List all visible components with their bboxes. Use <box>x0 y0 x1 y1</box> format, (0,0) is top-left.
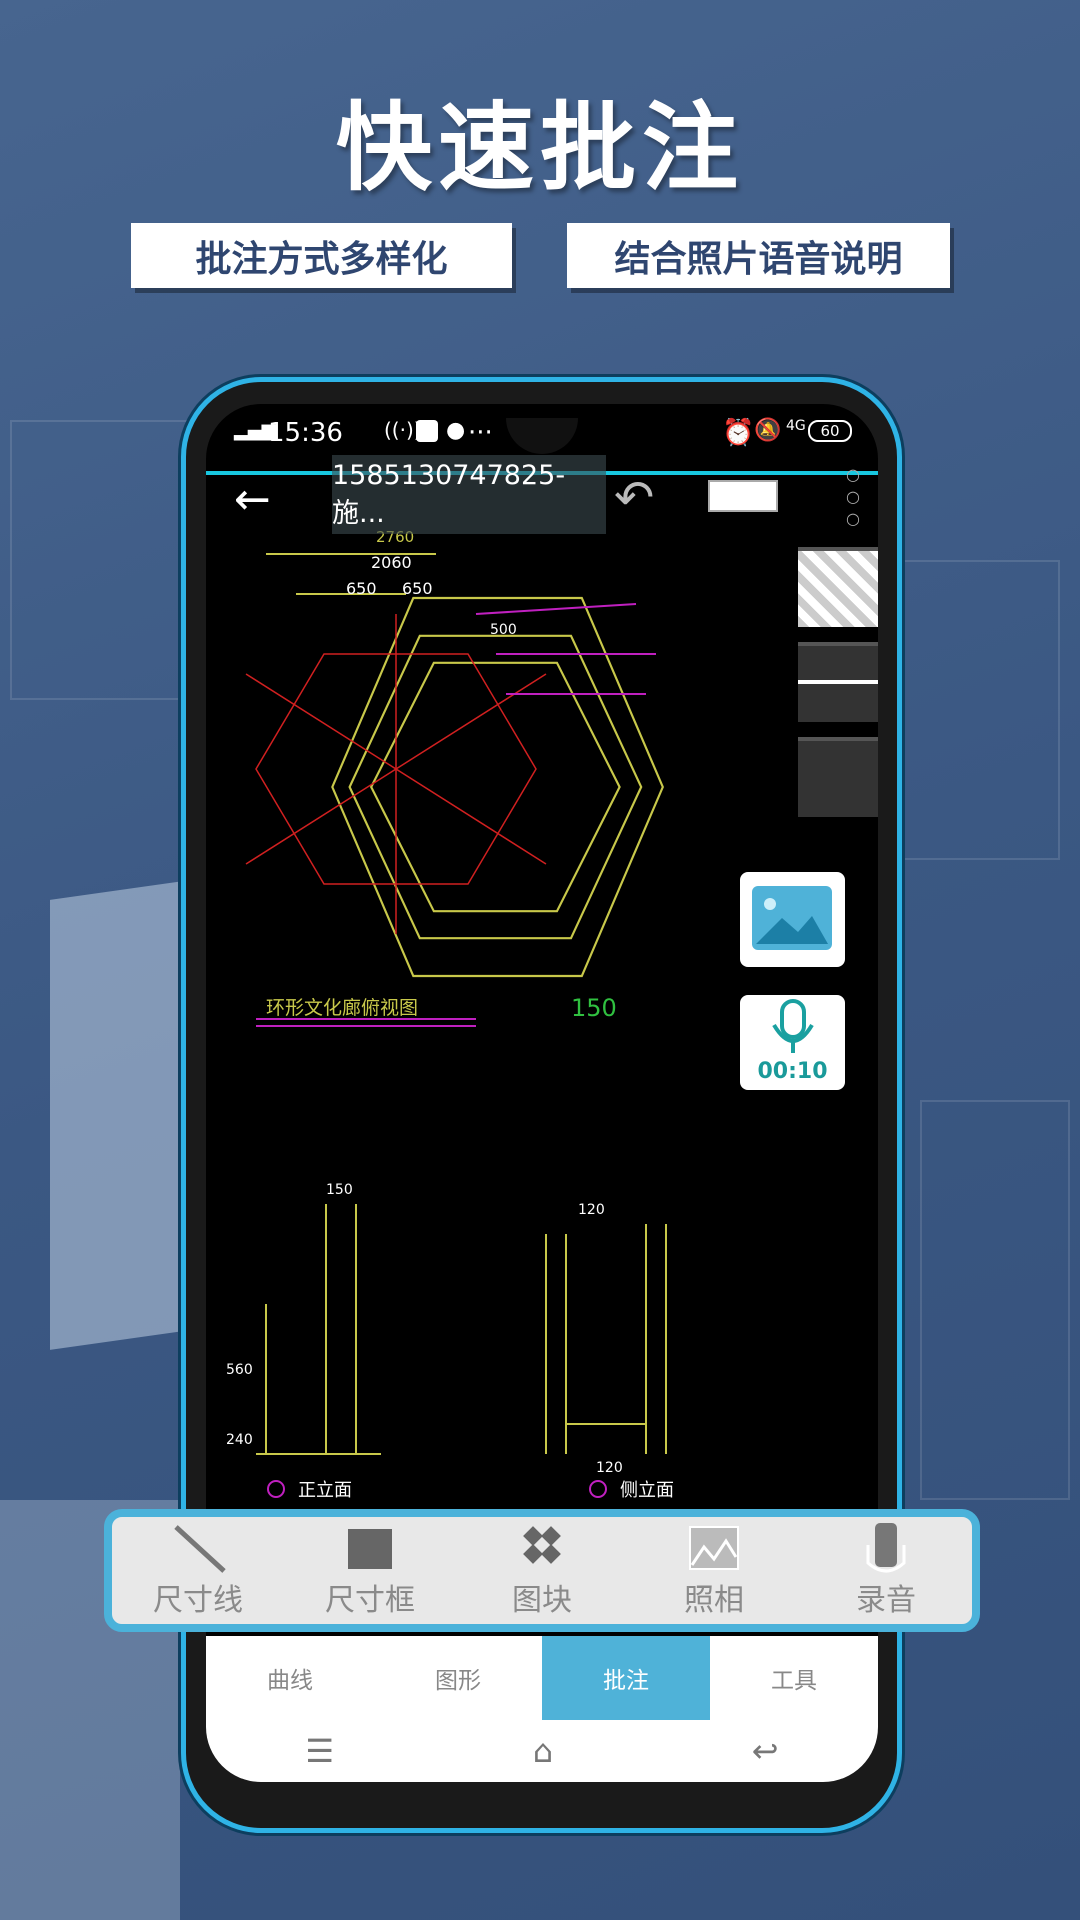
tool-dimension-box[interactable]: 尺寸框 <box>295 1523 445 1619</box>
annotation-toolbar: 尺寸线 尺寸框 图块 照相 录音 <box>104 1509 980 1632</box>
side-elevation-title: 侧立面 <box>620 1480 674 1501</box>
dimension-box-icon <box>348 1528 392 1569</box>
record-duration: 00:10 <box>757 1059 828 1084</box>
blueprint-line <box>10 420 210 700</box>
image-icon <box>689 1525 739 1570</box>
tool-label: 照相 <box>684 1582 744 1618</box>
tool-camera[interactable]: 照相 <box>639 1523 789 1619</box>
tool-label: 图块 <box>512 1582 572 1618</box>
blocks-icon <box>523 1525 561 1564</box>
dimension-label: 500 <box>490 622 517 638</box>
more-notifications: ··· <box>468 418 493 448</box>
battery-indicator: 60 <box>808 420 852 442</box>
dimension-label: 150 <box>326 1182 353 1198</box>
menu-icon[interactable]: ☰ <box>305 1732 334 1770</box>
camera-notch <box>506 418 578 454</box>
tool-label: 尺寸框 <box>325 1582 415 1618</box>
tab-shape[interactable]: 图形 <box>374 1636 542 1720</box>
image-icon <box>752 886 832 950</box>
dimension-label: 120 <box>596 1460 623 1476</box>
dimension-label: 2060 <box>371 553 412 572</box>
color-swatch-button[interactable] <box>708 480 778 512</box>
microphone-icon <box>866 1522 906 1572</box>
tool-blocks[interactable]: 图块 <box>467 1523 617 1619</box>
tool-label: 尺寸线 <box>153 1582 243 1618</box>
wechat-icon: ● <box>446 418 466 443</box>
layer-thumbnail[interactable] <box>798 642 878 722</box>
photo-annotation-button[interactable] <box>740 872 845 967</box>
blueprint-line <box>920 1100 1070 1500</box>
dimension-label: 650 <box>402 579 433 598</box>
undo-icon[interactable]: ↶ <box>614 470 654 526</box>
ruler-icon <box>174 1524 226 1573</box>
scale-label: 150 <box>571 994 617 1022</box>
dimension-label: 560 <box>226 1362 253 1378</box>
dimension-label: 240 <box>226 1432 253 1448</box>
feature-badge: 结合照片语音说明 <box>567 223 950 288</box>
layer-thumbnail[interactable] <box>798 737 878 817</box>
tab-annotate[interactable]: 批注 <box>542 1636 710 1720</box>
mute-icon: 🔕 <box>754 418 782 443</box>
elevation-marker <box>267 1480 285 1498</box>
feature-badge: 批注方式多样化 <box>131 223 512 288</box>
network-icon: 4G <box>786 418 806 434</box>
system-nav-bar: ☰ ⌂ ↩ <box>206 1720 878 1782</box>
background-shape <box>50 880 190 1350</box>
message-icon <box>416 420 438 442</box>
front-elevation-title: 正立面 <box>298 1480 352 1501</box>
back-icon[interactable]: ↩ <box>752 1732 779 1770</box>
blueprint-line <box>900 560 1060 860</box>
headline: 快速批注 <box>336 92 744 204</box>
more-menu-icon[interactable]: ○ ○ ○ <box>846 464 860 530</box>
elevation-marker <box>589 1480 607 1498</box>
dimension-label: 120 <box>578 1202 605 1218</box>
file-title: 1585130747825-施... <box>332 455 606 534</box>
bottom-tabs: 曲线 图形 批注 工具 <box>206 1636 878 1720</box>
home-icon[interactable]: ⌂ <box>533 1732 553 1770</box>
tool-label: 录音 <box>856 1582 916 1618</box>
tool-dimension-line[interactable]: 尺寸线 <box>123 1523 273 1619</box>
hexagon-mid <box>348 634 643 940</box>
microphone-icon <box>772 999 814 1053</box>
plan-title: 环形文化廊俯视图 <box>266 997 418 1019</box>
tab-tools[interactable]: 工具 <box>710 1636 878 1720</box>
back-arrow-icon[interactable]: ← <box>234 474 271 525</box>
alarm-icon: ⏰ <box>722 418 755 448</box>
voice-annotation-button[interactable]: 00:10 <box>740 995 845 1090</box>
status-time: 15:36 <box>268 418 343 448</box>
layer-thumbnail[interactable] <box>798 547 878 627</box>
tab-curve[interactable]: 曲线 <box>206 1636 374 1720</box>
status-bar: ▂▄▆ 15:36 ((·)) ● ··· ⏰ 🔕 4G 60 <box>206 418 878 454</box>
tool-record[interactable]: 录音 <box>811 1522 961 1619</box>
dimension-label: 650 <box>346 579 377 598</box>
